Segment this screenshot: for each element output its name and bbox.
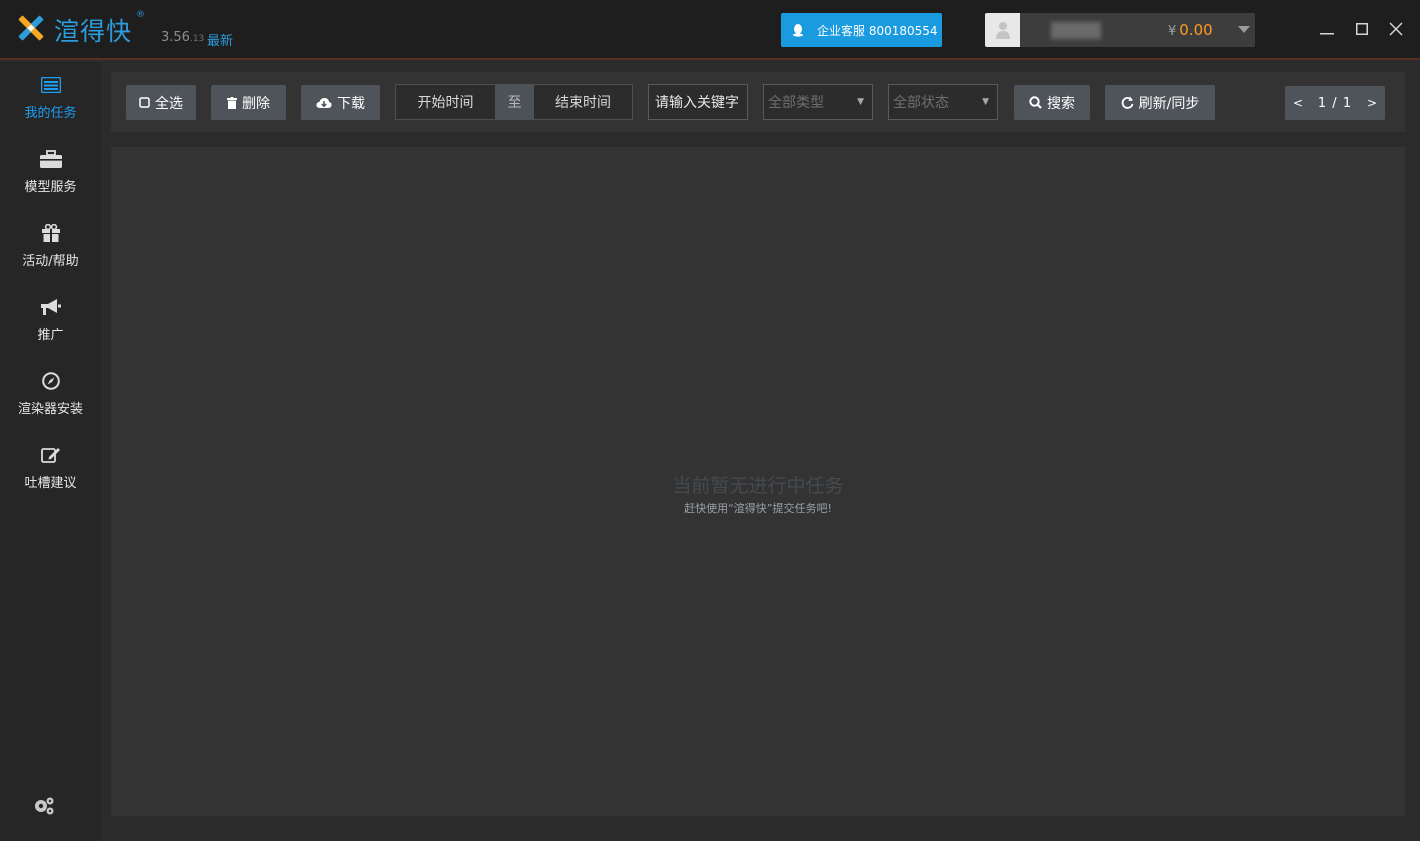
close-icon: [1389, 22, 1403, 36]
page-indicator: 1 / 1: [1317, 95, 1353, 111]
keyword-input[interactable]: 请输入关键字: [648, 84, 748, 120]
edit-icon: [40, 448, 60, 463]
cloud-download-icon: [316, 97, 332, 108]
type-select[interactable]: 全部类型 ▼: [763, 84, 873, 120]
date-range: 开始时间 至 结束时间: [395, 84, 633, 120]
briefcase-icon: [39, 150, 62, 168]
account-panel[interactable]: ¥0.00: [985, 13, 1255, 47]
sidebar-item-feedback[interactable]: 吐槽建议: [0, 432, 101, 500]
currency-symbol: ¥: [1168, 24, 1177, 39]
caret-down-icon: [1238, 26, 1250, 33]
avatar[interactable]: [985, 13, 1020, 47]
status-select-value: 全部状态: [893, 95, 949, 111]
sidebar-item-label: 模型服务: [24, 180, 77, 195]
maximize-button[interactable]: [1351, 18, 1373, 40]
trash-icon: [227, 96, 237, 109]
sidebar-item-label: 我的任务: [24, 106, 77, 121]
sidebar-item-promotion[interactable]: 推广: [0, 284, 101, 352]
download-label: 下载: [337, 95, 365, 112]
account-dropdown[interactable]: [1233, 13, 1255, 47]
pagination: < 1 / 1 >: [1285, 86, 1385, 120]
registered-mark: ®: [136, 10, 145, 20]
compass-icon: [41, 372, 60, 390]
search-icon: [1029, 96, 1042, 109]
delete-button[interactable]: 删除: [211, 85, 286, 120]
version-status: 最新: [207, 34, 234, 49]
close-button[interactable]: [1385, 18, 1407, 40]
refresh-label: 刷新/同步: [1138, 95, 1200, 112]
version-minor: .13: [189, 34, 205, 44]
status-select[interactable]: 全部状态 ▼: [888, 84, 998, 120]
support-label: 企业客服 800180554: [817, 23, 938, 38]
select-all-label: 全选: [155, 95, 183, 112]
refresh-icon: [1121, 96, 1134, 109]
balance-value: 0.00: [1179, 21, 1213, 39]
sidebar: 我的任务 模型服务 活动/帮助 推广 渲染器安装 吐槽建议: [0, 62, 101, 841]
type-select-value: 全部类型: [768, 95, 824, 111]
refresh-sync-button[interactable]: 刷新/同步: [1105, 85, 1215, 120]
app-logo-icon: [18, 15, 44, 41]
end-time-field[interactable]: 结束时间: [534, 85, 632, 119]
megaphone-icon: [40, 299, 61, 315]
qq-icon: [793, 24, 803, 37]
search-label: 搜索: [1047, 95, 1075, 112]
sidebar-item-label: 活动/帮助: [22, 254, 79, 269]
sidebar-item-label: 推广: [37, 328, 64, 343]
caret-down-icon: ▼: [857, 97, 864, 107]
version-major: 3.56: [161, 30, 190, 45]
select-all-button[interactable]: 全选: [126, 85, 196, 120]
user-icon: [995, 22, 1010, 39]
sidebar-item-activity-help[interactable]: 活动/帮助: [0, 210, 101, 278]
empty-state-subtitle: 赶快使用“渲得快”提交任务吧!: [684, 502, 832, 515]
sidebar-item-renderer-install[interactable]: 渲染器安装: [0, 358, 101, 426]
username-redacted: [1051, 22, 1101, 39]
date-range-separator: 至: [495, 85, 534, 119]
title-bar: 渲得快 ® 3.56.13 最新 企业客服 800180554 ¥0.00: [0, 0, 1420, 60]
sidebar-item-my-tasks[interactable]: 我的任务: [0, 62, 101, 130]
search-button[interactable]: 搜索: [1014, 85, 1090, 120]
download-button[interactable]: 下载: [301, 85, 380, 120]
app-name: 渲得快: [54, 17, 133, 46]
sidebar-item-label: 吐槽建议: [24, 476, 77, 491]
task-list-area: 当前暂无进行中任务 赶快使用“渲得快”提交任务吧!: [111, 147, 1405, 816]
minimize-button[interactable]: [1316, 18, 1338, 40]
account-balance: ¥0.00: [1168, 21, 1213, 39]
prev-page-button[interactable]: <: [1293, 96, 1303, 110]
sidebar-item-label: 渲染器安装: [17, 402, 83, 417]
app-version: 3.56.13: [161, 30, 204, 45]
task-list-icon: [40, 77, 61, 93]
checkbox-icon: [139, 97, 150, 108]
gift-icon: [41, 224, 60, 242]
minimize-icon: [1320, 33, 1334, 35]
caret-down-icon: ▼: [982, 97, 989, 107]
gears-icon[interactable]: [32, 794, 56, 818]
task-toolbar: 全选 删除 下载 开始时间 至 结束时间 请输入关键字 全部类型 ▼ 全部状态 …: [111, 72, 1405, 132]
maximize-icon: [1356, 23, 1368, 35]
delete-label: 删除: [242, 95, 270, 112]
sidebar-item-model-service[interactable]: 模型服务: [0, 136, 101, 204]
empty-state-title: 当前暂无进行中任务: [672, 475, 844, 497]
enterprise-support-button[interactable]: 企业客服 800180554: [781, 13, 942, 47]
next-page-button[interactable]: >: [1367, 96, 1377, 110]
start-time-field[interactable]: 开始时间: [396, 85, 495, 119]
